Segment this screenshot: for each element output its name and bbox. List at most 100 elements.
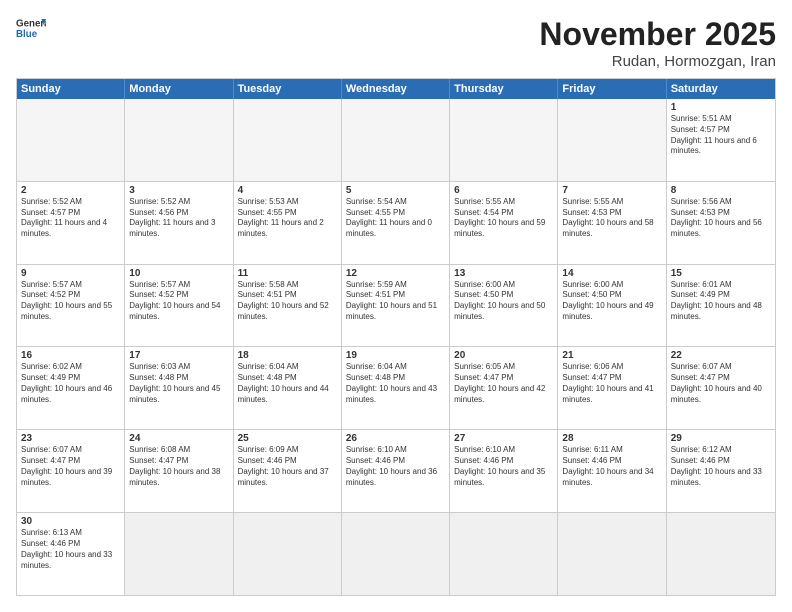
day-number: 3 — [129, 185, 228, 196]
day-number: 10 — [129, 268, 228, 279]
day-info: Sunrise: 6:05 AMSunset: 4:47 PMDaylight:… — [454, 362, 553, 405]
table-row — [125, 99, 233, 181]
day-number: 30 — [21, 516, 120, 527]
day-number: 11 — [238, 268, 337, 279]
table-row: 6Sunrise: 5:55 AMSunset: 4:54 PMDaylight… — [450, 182, 558, 264]
day-info: Sunrise: 5:58 AMSunset: 4:51 PMDaylight:… — [238, 280, 337, 323]
day-info: Sunrise: 6:03 AMSunset: 4:48 PMDaylight:… — [129, 362, 228, 405]
table-row: 2Sunrise: 5:52 AMSunset: 4:57 PMDaylight… — [17, 182, 125, 264]
day-number: 22 — [671, 350, 771, 361]
table-row: 16Sunrise: 6:02 AMSunset: 4:49 PMDayligh… — [17, 347, 125, 429]
table-row: 22Sunrise: 6:07 AMSunset: 4:47 PMDayligh… — [667, 347, 775, 429]
day-info: Sunrise: 5:54 AMSunset: 4:55 PMDaylight:… — [346, 197, 445, 240]
table-row — [558, 99, 666, 181]
day-number: 29 — [671, 433, 771, 444]
day-info: Sunrise: 6:09 AMSunset: 4:46 PMDaylight:… — [238, 445, 337, 488]
day-number: 12 — [346, 268, 445, 279]
svg-text:Blue: Blue — [16, 29, 38, 40]
table-row: 14Sunrise: 6:00 AMSunset: 4:50 PMDayligh… — [558, 265, 666, 347]
table-row — [450, 513, 558, 595]
table-row: 10Sunrise: 5:57 AMSunset: 4:52 PMDayligh… — [125, 265, 233, 347]
table-row: 11Sunrise: 5:58 AMSunset: 4:51 PMDayligh… — [234, 265, 342, 347]
day-info: Sunrise: 6:10 AMSunset: 4:46 PMDaylight:… — [454, 445, 553, 488]
table-row — [450, 99, 558, 181]
table-row: 29Sunrise: 6:12 AMSunset: 4:46 PMDayligh… — [667, 430, 775, 512]
table-row: 8Sunrise: 5:56 AMSunset: 4:53 PMDaylight… — [667, 182, 775, 264]
title-block: November 2025 Rudan, Hormozgan, Iran — [539, 16, 776, 70]
week-row-1: 2Sunrise: 5:52 AMSunset: 4:57 PMDaylight… — [17, 181, 775, 264]
day-info: Sunrise: 6:13 AMSunset: 4:46 PMDaylight:… — [21, 528, 120, 571]
table-row: 5Sunrise: 5:54 AMSunset: 4:55 PMDaylight… — [342, 182, 450, 264]
table-row: 25Sunrise: 6:09 AMSunset: 4:46 PMDayligh… — [234, 430, 342, 512]
weekday-monday: Monday — [125, 79, 233, 99]
day-info: Sunrise: 5:57 AMSunset: 4:52 PMDaylight:… — [21, 280, 120, 323]
header: General Blue November 2025 Rudan, Hormoz… — [16, 16, 776, 70]
month-title: November 2025 — [539, 16, 776, 53]
day-info: Sunrise: 6:04 AMSunset: 4:48 PMDaylight:… — [346, 362, 445, 405]
day-number: 6 — [454, 185, 553, 196]
table-row: 7Sunrise: 5:55 AMSunset: 4:53 PMDaylight… — [558, 182, 666, 264]
table-row — [558, 513, 666, 595]
day-info: Sunrise: 6:01 AMSunset: 4:49 PMDaylight:… — [671, 280, 771, 323]
table-row — [342, 513, 450, 595]
day-number: 27 — [454, 433, 553, 444]
table-row: 21Sunrise: 6:06 AMSunset: 4:47 PMDayligh… — [558, 347, 666, 429]
day-info: Sunrise: 5:52 AMSunset: 4:56 PMDaylight:… — [129, 197, 228, 240]
table-row: 28Sunrise: 6:11 AMSunset: 4:46 PMDayligh… — [558, 430, 666, 512]
day-number: 14 — [562, 268, 661, 279]
table-row — [667, 513, 775, 595]
day-info: Sunrise: 6:04 AMSunset: 4:48 PMDaylight:… — [238, 362, 337, 405]
table-row: 20Sunrise: 6:05 AMSunset: 4:47 PMDayligh… — [450, 347, 558, 429]
weekday-sunday: Sunday — [17, 79, 125, 99]
table-row: 3Sunrise: 5:52 AMSunset: 4:56 PMDaylight… — [125, 182, 233, 264]
weekday-saturday: Saturday — [667, 79, 775, 99]
day-info: Sunrise: 5:59 AMSunset: 4:51 PMDaylight:… — [346, 280, 445, 323]
table-row: 1Sunrise: 5:51 AMSunset: 4:57 PMDaylight… — [667, 99, 775, 181]
day-number: 5 — [346, 185, 445, 196]
day-info: Sunrise: 6:07 AMSunset: 4:47 PMDaylight:… — [671, 362, 771, 405]
weekday-wednesday: Wednesday — [342, 79, 450, 99]
day-number: 2 — [21, 185, 120, 196]
table-row: 27Sunrise: 6:10 AMSunset: 4:46 PMDayligh… — [450, 430, 558, 512]
day-number: 19 — [346, 350, 445, 361]
weekday-friday: Friday — [558, 79, 666, 99]
day-number: 20 — [454, 350, 553, 361]
calendar-header: Sunday Monday Tuesday Wednesday Thursday… — [17, 79, 775, 99]
day-number: 28 — [562, 433, 661, 444]
day-number: 9 — [21, 268, 120, 279]
day-number: 15 — [671, 268, 771, 279]
day-number: 24 — [129, 433, 228, 444]
day-info: Sunrise: 6:02 AMSunset: 4:49 PMDaylight:… — [21, 362, 120, 405]
day-info: Sunrise: 6:08 AMSunset: 4:47 PMDaylight:… — [129, 445, 228, 488]
day-number: 26 — [346, 433, 445, 444]
table-row: 4Sunrise: 5:53 AMSunset: 4:55 PMDaylight… — [234, 182, 342, 264]
table-row: 15Sunrise: 6:01 AMSunset: 4:49 PMDayligh… — [667, 265, 775, 347]
day-number: 18 — [238, 350, 337, 361]
table-row: 9Sunrise: 5:57 AMSunset: 4:52 PMDaylight… — [17, 265, 125, 347]
week-row-3: 16Sunrise: 6:02 AMSunset: 4:49 PMDayligh… — [17, 346, 775, 429]
svg-text:General: General — [16, 19, 46, 30]
table-row: 23Sunrise: 6:07 AMSunset: 4:47 PMDayligh… — [17, 430, 125, 512]
day-number: 23 — [21, 433, 120, 444]
day-info: Sunrise: 6:11 AMSunset: 4:46 PMDaylight:… — [562, 445, 661, 488]
day-info: Sunrise: 6:06 AMSunset: 4:47 PMDaylight:… — [562, 362, 661, 405]
logo-icon: General Blue — [16, 16, 46, 40]
table-row: 12Sunrise: 5:59 AMSunset: 4:51 PMDayligh… — [342, 265, 450, 347]
table-row: 24Sunrise: 6:08 AMSunset: 4:47 PMDayligh… — [125, 430, 233, 512]
day-info: Sunrise: 6:00 AMSunset: 4:50 PMDaylight:… — [562, 280, 661, 323]
table-row — [125, 513, 233, 595]
day-number: 16 — [21, 350, 120, 361]
weekday-thursday: Thursday — [450, 79, 558, 99]
day-number: 21 — [562, 350, 661, 361]
table-row: 13Sunrise: 6:00 AMSunset: 4:50 PMDayligh… — [450, 265, 558, 347]
day-info: Sunrise: 5:57 AMSunset: 4:52 PMDaylight:… — [129, 280, 228, 323]
table-row: 30Sunrise: 6:13 AMSunset: 4:46 PMDayligh… — [17, 513, 125, 595]
day-info: Sunrise: 6:10 AMSunset: 4:46 PMDaylight:… — [346, 445, 445, 488]
day-info: Sunrise: 6:12 AMSunset: 4:46 PMDaylight:… — [671, 445, 771, 488]
day-info: Sunrise: 5:52 AMSunset: 4:57 PMDaylight:… — [21, 197, 120, 240]
day-info: Sunrise: 6:00 AMSunset: 4:50 PMDaylight:… — [454, 280, 553, 323]
day-info: Sunrise: 5:53 AMSunset: 4:55 PMDaylight:… — [238, 197, 337, 240]
week-row-4: 23Sunrise: 6:07 AMSunset: 4:47 PMDayligh… — [17, 429, 775, 512]
day-info: Sunrise: 5:55 AMSunset: 4:54 PMDaylight:… — [454, 197, 553, 240]
table-row — [234, 99, 342, 181]
